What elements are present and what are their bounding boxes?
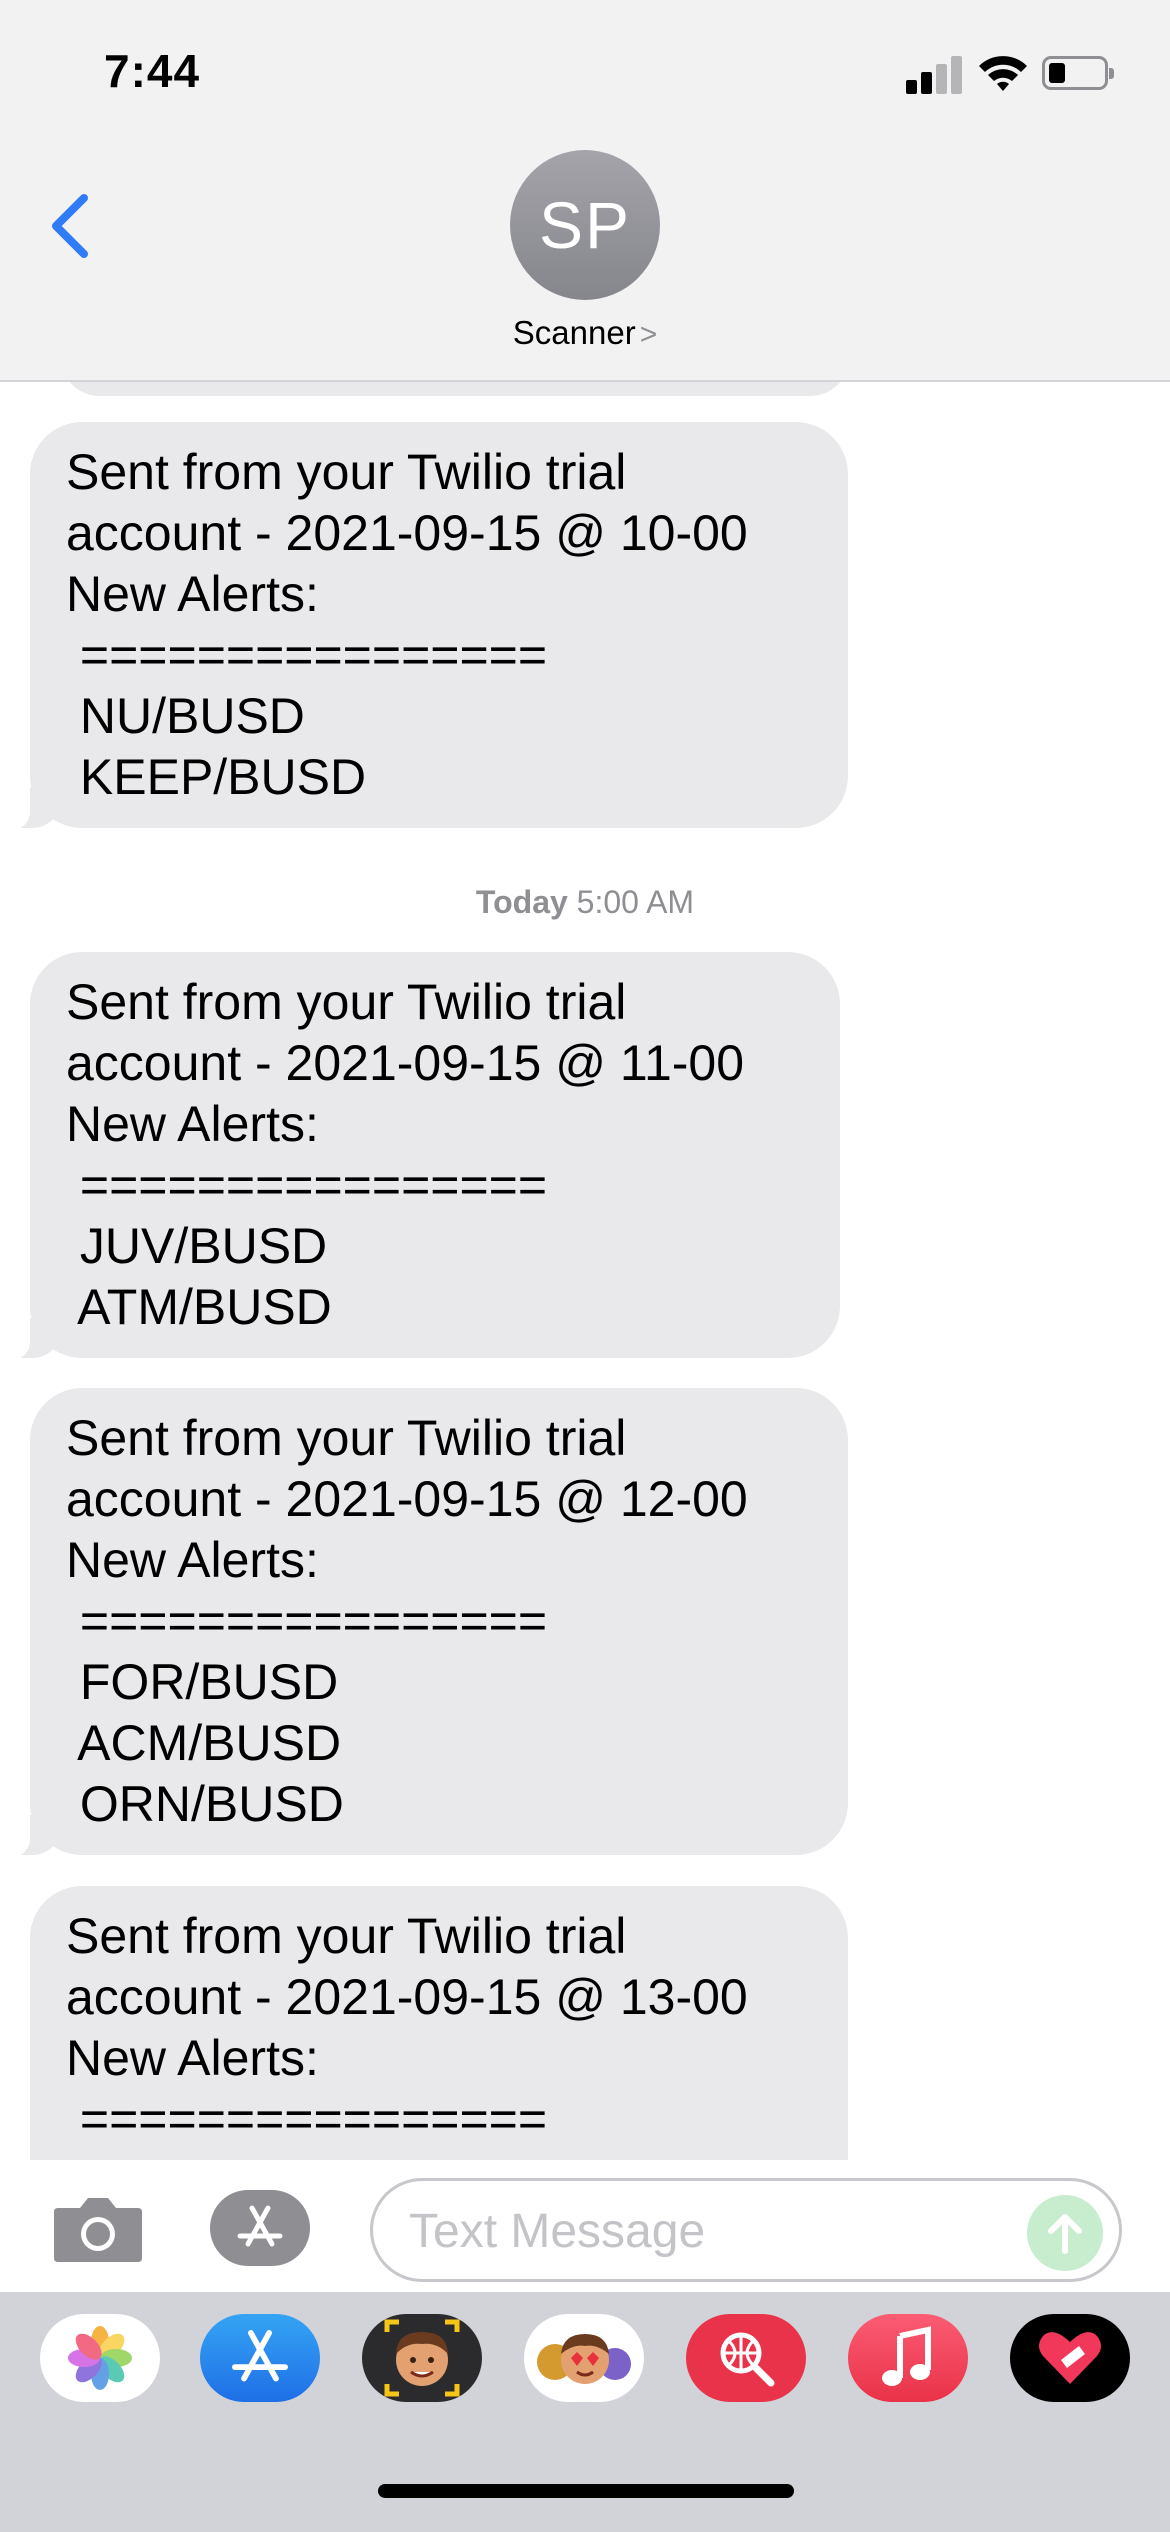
battery-icon <box>1042 56 1114 90</box>
animoji-stickers-icon <box>537 2334 631 2384</box>
web-images-app-button[interactable] <box>686 2314 806 2402</box>
back-button[interactable] <box>44 186 100 266</box>
message-thread[interactable]: Sent from your Twilio trial account - 20… <box>0 382 1170 2160</box>
message-bubble[interactable]: Sent from your Twilio trial account - 20… <box>30 1886 848 2160</box>
message-line: account - 2021-09-15 @ 13-00 <box>66 1969 748 2025</box>
arrow-up-icon <box>1048 2214 1082 2254</box>
message-line: ================ <box>66 1157 548 1213</box>
contact-name-button[interactable]: Scanner > <box>0 314 1170 352</box>
message-line: NU/BUSD <box>66 688 305 744</box>
message-line: KEEP/BUSD <box>66 749 367 805</box>
message-line: Sent from your Twilio trial <box>66 974 627 1030</box>
message-line: ATM/BUSD <box>66 1279 332 1335</box>
composer-bar <box>0 2160 1170 2292</box>
timestamp-time: 5:00 AM <box>576 884 695 920</box>
memoji-app-button[interactable] <box>362 2314 482 2402</box>
message-line: account - 2021-09-15 @ 10-00 <box>66 505 748 561</box>
timestamp-day: Today <box>475 884 568 920</box>
music-app-button[interactable] <box>848 2314 968 2402</box>
message-line: New Alerts: <box>66 1532 319 1588</box>
contact-avatar[interactable]: SP <box>510 150 660 300</box>
message-line: New Alerts: <box>66 566 319 622</box>
message-bubble[interactable]: Sent from your Twilio trial account - 20… <box>2 952 840 1360</box>
message-line: Sent from your Twilio trial <box>66 1410 627 1466</box>
message-line: ================ <box>66 1593 548 1649</box>
message-line: JUV/BUSD <box>66 1218 328 1274</box>
memoji-icon <box>384 2319 460 2397</box>
status-time: 7:44 <box>104 45 201 97</box>
cellular-signal-icon <box>906 54 962 94</box>
conversation-header: 7:44 SP Scanner > <box>0 0 1170 382</box>
messages-screen: Sent from your Twilio trial account - 20… <box>0 0 1170 2532</box>
message-line: FOR/BUSD <box>66 1654 339 1710</box>
heart-app-button[interactable] <box>1010 2314 1130 2402</box>
send-button[interactable] <box>1027 2195 1103 2271</box>
contact-name: Scanner <box>512 314 636 351</box>
home-indicator[interactable] <box>378 2484 794 2498</box>
timestamp: Today 5:00 AM <box>0 884 1170 921</box>
message-line: account - 2021-09-15 @ 12-00 <box>66 1471 748 1527</box>
app-store-icon <box>232 2330 288 2382</box>
message-line: New Alerts: <box>66 2030 319 2086</box>
message-line: ================ <box>66 2091 548 2147</box>
message-bubble[interactable]: Sent from your Twilio trial account - 20… <box>2 422 848 830</box>
message-input[interactable] <box>409 2201 1009 2261</box>
message-line: ORN/BUSD <box>66 1776 344 1832</box>
message-line: New Alerts: <box>66 1096 319 1152</box>
web-images-icon <box>720 2332 775 2387</box>
app-store-app-button[interactable] <box>200 2314 320 2402</box>
message-line: Sent from your Twilio trial <box>66 444 627 500</box>
photos-app-button[interactable] <box>40 2314 160 2402</box>
avatar-initials: SP <box>538 188 632 262</box>
app-store-icon <box>237 2205 283 2247</box>
wifi-icon <box>979 56 1027 91</box>
previous-message-bubble <box>60 382 850 396</box>
message-input-field[interactable] <box>370 2178 1122 2282</box>
heart-app-icon <box>1039 2332 1101 2384</box>
message-line: Sent from your Twilio trial <box>66 1908 627 1964</box>
message-line: ================ <box>66 627 548 683</box>
music-icon <box>882 2326 931 2386</box>
photos-icon <box>68 2326 132 2390</box>
apps-button[interactable] <box>210 2190 310 2266</box>
message-line: account - 2021-09-15 @ 11-00 <box>66 1035 745 1091</box>
camera-button[interactable] <box>50 2190 146 2266</box>
message-line: ACM/BUSD <box>66 1715 342 1771</box>
animoji-stickers-app-button[interactable] <box>524 2314 644 2402</box>
chevron-right-icon: > <box>639 318 658 351</box>
message-bubble[interactable]: Sent from your Twilio trial account - 20… <box>2 1388 848 1857</box>
